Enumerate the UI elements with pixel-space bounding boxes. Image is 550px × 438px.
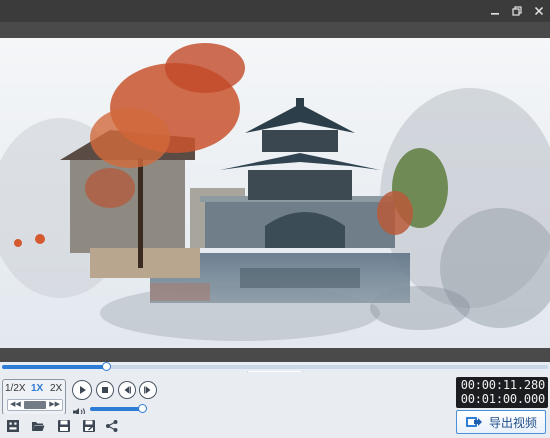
speed-option-2x[interactable]: 2X [50,382,62,395]
minimize-icon [491,13,499,15]
speed-option-1x[interactable]: 1X [31,382,43,395]
restore-button[interactable] [506,0,528,22]
time-display: 00:00:11.280 00:01:00.000 [456,377,548,408]
close-icon [534,6,544,16]
share-button[interactable] [104,418,120,434]
preview-bottom-strip [0,348,550,362]
next-frame-button[interactable] [139,381,157,399]
total-time: 00:01:00.000 [460,392,545,406]
restore-icon [512,6,522,16]
current-time: 00:00:11.280 [460,378,545,392]
video-frame-image [0,38,550,348]
open-file-button[interactable] [30,418,46,434]
speed-option-half[interactable]: 1/2X [5,382,26,395]
volume-slider[interactable] [90,404,148,413]
next-frame-icon [144,386,151,394]
export-video-icon [466,417,482,427]
export-video-button[interactable]: 导出视频 [456,410,546,434]
speed-slider[interactable]: ◀◀ ▶▶ [7,399,63,411]
share-icon [106,420,118,432]
app-window: 1/2X 1X 2X ◀◀ ▶▶ 00:00:11.280 00:01:00.0… [0,0,550,438]
stop-icon [102,387,108,393]
slower-arrow-icon[interactable]: ◀◀ [10,400,21,410]
title-bar [0,0,550,22]
speed-control: 1/2X 1X 2X ◀◀ ▶▶ [2,379,66,415]
volume-handle[interactable] [138,404,148,413]
stop-button[interactable] [96,381,114,399]
folder-open-icon [32,422,45,431]
video-preview[interactable] [0,38,550,348]
play-button[interactable] [72,380,92,400]
progress-rail [2,362,548,371]
progress-fill [2,365,106,369]
save-as-button[interactable] [81,418,97,434]
volume-fill [90,407,144,411]
header-strip [0,22,550,38]
crop-button[interactable] [5,418,21,434]
export-video-label: 导出视频 [489,415,538,430]
crop-icon [7,420,19,432]
close-button[interactable] [528,0,550,22]
previous-frame-button[interactable] [118,381,136,399]
save-as-icon [83,420,95,432]
minimize-button[interactable] [484,0,506,22]
save-button[interactable] [56,418,72,434]
volume-button[interactable] [72,404,88,416]
play-icon [80,386,86,394]
faster-arrow-icon[interactable]: ▶▶ [49,400,60,410]
progress-handle[interactable] [101,362,111,371]
speed-slider-thumb[interactable] [24,401,46,409]
previous-frame-icon [124,386,131,394]
save-icon [58,420,70,432]
